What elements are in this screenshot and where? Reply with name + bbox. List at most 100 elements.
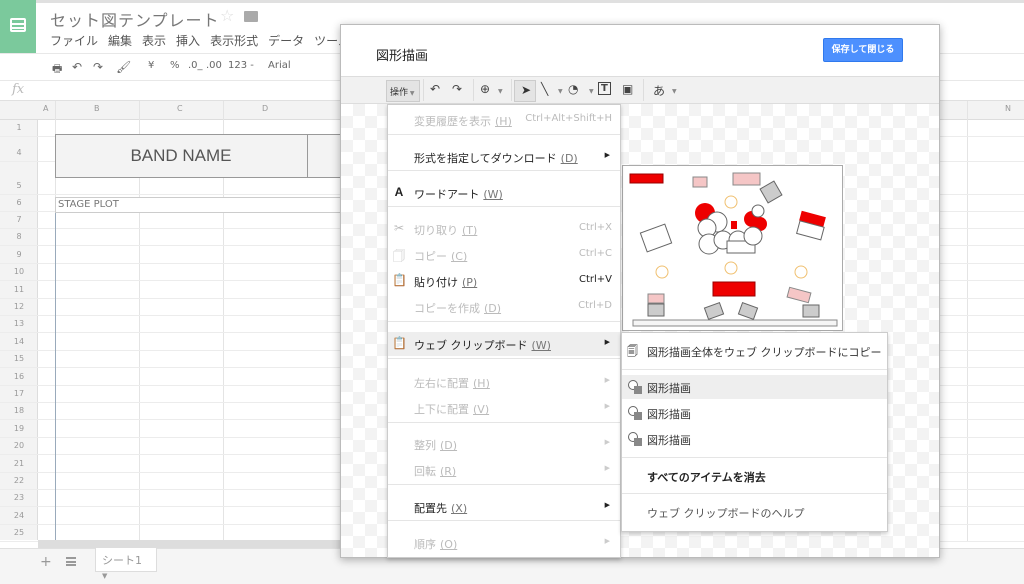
print-icon[interactable]: 🖶 xyxy=(52,60,62,79)
column-header-b[interactable]: B xyxy=(94,104,100,113)
menu-insert[interactable]: 挿入 xyxy=(176,32,200,49)
chevron-down-icon[interactable]: ▼ xyxy=(498,88,503,95)
folder-icon[interactable] xyxy=(244,11,258,22)
paint-format-icon[interactable]: 🖌 xyxy=(116,60,131,74)
menu-item[interactable]: 回転 (R) ▶ xyxy=(388,458,620,482)
undo-icon[interactable]: ↶ xyxy=(430,82,440,96)
preview-cymbal xyxy=(751,204,765,218)
menu-edit[interactable]: 編集 xyxy=(108,32,132,49)
row-number[interactable]: 18 xyxy=(0,406,38,415)
percent-button[interactable]: % xyxy=(170,60,180,71)
chevron-down-icon[interactable]: ▼ xyxy=(558,88,563,95)
menu-item[interactable]: 上下に配置 (V) ▶ xyxy=(388,396,620,420)
actions-menu-button[interactable]: 操作 ▼ xyxy=(386,80,420,102)
row-number[interactable]: 15 xyxy=(0,354,38,363)
sheet-list-icon[interactable] xyxy=(66,557,76,566)
menu-view[interactable]: 表示 xyxy=(142,32,166,49)
row-number[interactable]: 24 xyxy=(0,511,38,520)
sheets-logo[interactable] xyxy=(0,0,36,53)
copy-all-to-clipboard-item[interactable]: 🗐 図形描画全体をウェブ クリップボードにコピー xyxy=(622,339,887,363)
input-tools-button[interactable]: あ xyxy=(653,82,665,99)
row-number[interactable]: 7 xyxy=(0,215,38,224)
menu-format[interactable]: 表示形式 xyxy=(210,32,258,49)
menu-item[interactable]: 📋 ウェブ クリップボード (W) ▶ xyxy=(388,332,620,356)
horizontal-scrollbar[interactable] xyxy=(38,540,340,548)
row-number[interactable]: 5 xyxy=(0,181,38,190)
menu-item[interactable]: コピーを作成 (D) Ctrl+D xyxy=(388,295,620,319)
menu-divider xyxy=(622,493,887,494)
row-number[interactable]: 13 xyxy=(0,319,38,328)
menu-item[interactable]: ✂ 切り取り (T) Ctrl+X xyxy=(388,217,620,241)
chevron-down-icon[interactable]: ▼ xyxy=(672,88,677,95)
menu-item[interactable]: 変更履歴を表示 (H) Ctrl+Alt+Shift+H xyxy=(388,108,620,132)
fx-icon: fx xyxy=(12,82,25,97)
redo-icon[interactable]: ↷ xyxy=(93,60,103,74)
shape-tool-icon[interactable]: ◔ xyxy=(568,82,578,96)
preview-jc120 xyxy=(712,281,756,297)
clip-item[interactable]: 図形描画 xyxy=(622,401,887,425)
line-tool-icon[interactable]: ╲ xyxy=(541,82,548,96)
row-number[interactable]: 19 xyxy=(0,424,38,433)
text-box-icon[interactable]: T xyxy=(598,82,611,95)
menu-item[interactable]: 順序 (O) ▶ xyxy=(388,531,620,555)
chevron-down-icon[interactable]: ▼ xyxy=(589,88,594,95)
row-number[interactable]: 14 xyxy=(0,337,38,346)
web-clipboard-icon: 📋 xyxy=(392,336,407,350)
row-number[interactable]: 4 xyxy=(0,148,38,157)
clear-all-items[interactable]: すべてのアイテムを消去 xyxy=(622,464,887,488)
menu-data[interactable]: データ xyxy=(268,32,304,49)
image-icon[interactable]: ▣ xyxy=(622,82,633,96)
add-sheet-button[interactable]: + xyxy=(40,554,52,570)
menu-item[interactable]: A ワードアート (W) xyxy=(388,181,620,205)
decrease-decimal-button[interactable]: .0_ xyxy=(188,60,203,71)
row-number[interactable]: 6 xyxy=(0,198,38,207)
row-number[interactable]: 16 xyxy=(0,372,38,381)
preview-person xyxy=(724,261,738,275)
column-header-d[interactable]: D xyxy=(262,104,268,113)
menu-item[interactable]: 📋 貼り付け (P) Ctrl+V xyxy=(388,269,620,293)
row-number[interactable]: 17 xyxy=(0,389,38,398)
menu-file[interactable]: ファイル xyxy=(50,32,98,49)
row-number[interactable]: 9 xyxy=(0,250,38,259)
drawing-clip-icon xyxy=(627,431,643,447)
column-header-a[interactable]: A xyxy=(43,104,48,113)
menu-item[interactable]: 左右に配置 (H) ▶ xyxy=(388,370,620,394)
row-number[interactable]: 23 xyxy=(0,493,38,502)
menu-divider xyxy=(622,369,887,370)
menu-item[interactable]: 整列 (D) ▶ xyxy=(388,432,620,456)
preview-floor-tom xyxy=(743,226,763,246)
font-dropdown[interactable]: Arial xyxy=(268,60,291,71)
document-title[interactable]: セット図テンプレート xyxy=(50,7,220,31)
row-number[interactable]: 12 xyxy=(0,302,38,311)
clip-item[interactable]: 図形描画 xyxy=(622,427,887,451)
row-number[interactable]: 22 xyxy=(0,476,38,485)
currency-button[interactable]: ¥ xyxy=(148,60,154,71)
row-number[interactable]: 25 xyxy=(0,528,38,537)
column-header-n[interactable]: N xyxy=(1005,104,1011,113)
clip-item[interactable]: 図形描画 xyxy=(622,375,887,399)
preview-person xyxy=(724,195,738,209)
sheet-tab[interactable]: シート1 ▼ xyxy=(95,548,157,580)
web-clipboard-help[interactable]: ウェブ クリップボードのヘルプ xyxy=(622,500,887,524)
menu-divider xyxy=(388,358,620,359)
redo-icon[interactable]: ↷ xyxy=(452,82,462,96)
number-format-dropdown[interactable]: 123 - xyxy=(228,60,254,71)
select-tool-button[interactable]: ➤ xyxy=(514,80,536,102)
increase-decimal-button[interactable]: .00 xyxy=(206,60,222,71)
undo-icon[interactable]: ↶ xyxy=(72,60,82,74)
menu-item[interactable]: 配置先 (X) ▶ xyxy=(388,495,620,519)
star-icon[interactable]: ☆ xyxy=(220,6,234,25)
row-number[interactable]: 21 xyxy=(0,459,38,468)
chevron-down-icon[interactable]: ▼ xyxy=(102,572,107,580)
row-number[interactable]: 10 xyxy=(0,267,38,276)
row-number[interactable]: 1 xyxy=(0,123,38,132)
menu-item[interactable]: 形式を指定してダウンロード (D) ▶ xyxy=(388,145,620,169)
stage-plot-area[interactable] xyxy=(55,213,342,540)
save-and-close-button[interactable]: 保存して閉じる xyxy=(823,38,903,62)
zoom-icon[interactable]: ⊕ xyxy=(480,82,490,96)
row-number[interactable]: 20 xyxy=(0,441,38,450)
row-number[interactable]: 8 xyxy=(0,232,38,241)
row-number[interactable]: 11 xyxy=(0,285,38,294)
menu-item[interactable]: 🗍 コピー (C) Ctrl+C xyxy=(388,243,620,267)
column-header-c[interactable]: C xyxy=(177,104,183,113)
